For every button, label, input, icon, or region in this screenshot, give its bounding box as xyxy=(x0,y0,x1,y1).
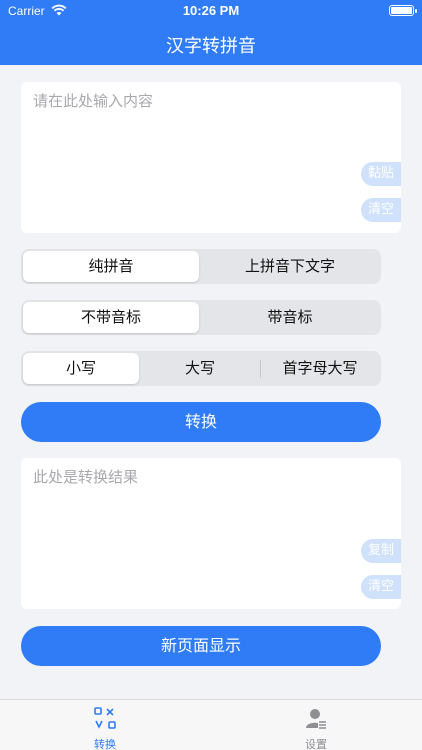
page-title: 汉字转拼音 xyxy=(166,36,256,57)
tab-settings-label: 设置 xyxy=(305,738,327,750)
case-mode-segmented-control: 小写 大写 首字母大写 xyxy=(21,351,381,386)
tab-convert-label: 转换 xyxy=(94,738,116,750)
navigation-header: Carrier 10:26 PM 汉字转拼音 xyxy=(0,0,422,65)
segment-no-tone[interactable]: 不带音标 xyxy=(23,302,199,333)
input-placeholder: 请在此处输入内容 xyxy=(33,92,154,110)
segment-lowercase[interactable]: 小写 xyxy=(23,353,139,384)
battery-icon xyxy=(389,5,417,16)
clear-input-button[interactable]: 清空 xyxy=(361,198,401,222)
result-textarea[interactable]: 此处是转换结果 复制 清空 xyxy=(21,458,401,609)
convert-button[interactable]: 转换 xyxy=(21,402,381,442)
copy-button[interactable]: 复制 xyxy=(361,539,401,563)
input-textarea[interactable]: 请在此处输入内容 黏贴 清空 xyxy=(21,82,401,233)
segment-pinyin-above-text[interactable]: 上拼音下文字 xyxy=(201,251,379,282)
result-placeholder: 此处是转换结果 xyxy=(33,468,139,486)
pinyin-mode-segmented-control: 纯拼音 上拼音下文字 xyxy=(21,249,381,284)
segment-uppercase[interactable]: 大写 xyxy=(141,353,259,384)
tab-convert[interactable]: 转换 xyxy=(75,700,135,750)
new-page-display-button[interactable]: 新页面显示 xyxy=(21,626,381,666)
tone-mode-segmented-control: 不带音标 带音标 xyxy=(21,300,381,335)
segment-pure-pinyin[interactable]: 纯拼音 xyxy=(23,251,199,282)
tab-settings[interactable]: 设置 xyxy=(286,700,346,750)
status-bar: Carrier 10:26 PM xyxy=(0,0,422,22)
segment-capitalize-first[interactable]: 首字母大写 xyxy=(261,353,379,384)
segment-with-tone[interactable]: 带音标 xyxy=(201,302,379,333)
person-settings-icon xyxy=(306,709,327,729)
paste-button[interactable]: 黏贴 xyxy=(361,162,401,186)
clock: 10:26 PM xyxy=(182,3,240,18)
clear-result-button[interactable]: 清空 xyxy=(361,575,401,599)
convert-icon xyxy=(94,707,116,729)
tab-bar: 转换 设置 xyxy=(0,699,422,750)
